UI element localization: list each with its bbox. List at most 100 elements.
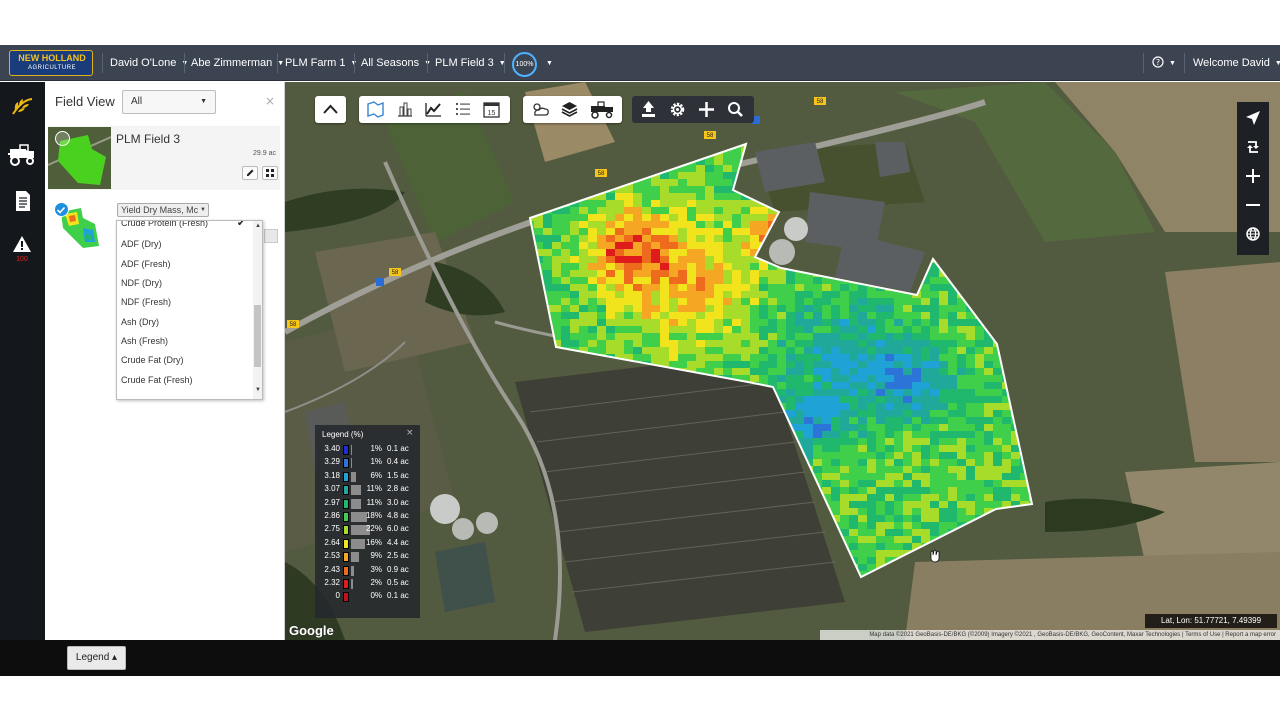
chevron-down-icon: ▼ xyxy=(546,60,553,67)
layers-icon xyxy=(561,102,578,117)
bar-chart-button[interactable] xyxy=(390,96,419,123)
field-filter-select[interactable]: All ▼ xyxy=(122,90,216,114)
list-button[interactable] xyxy=(448,96,477,123)
legend-title: Legend (%) xyxy=(322,430,364,439)
nav-grower[interactable]: Abe Zimmerman ▼ xyxy=(191,45,284,81)
legend-area: 0.5 ac xyxy=(387,578,409,587)
rotate-button[interactable] xyxy=(1240,134,1266,160)
map-view[interactable]: 58 58 58 58 58 15 Legend (%) × 3.40 1% 0… xyxy=(285,82,1280,640)
rail-reports[interactable] xyxy=(6,186,38,216)
pencil-icon xyxy=(247,169,254,176)
close-panel-button[interactable]: × xyxy=(265,94,275,108)
dropdown-item[interactable]: Crude Fat (Dry) xyxy=(121,355,184,365)
line-chart-button[interactable] xyxy=(419,96,448,123)
navigate-button[interactable] xyxy=(1240,105,1266,131)
nav-divider xyxy=(277,53,278,73)
dropdown-item[interactable]: ADF (Fresh) xyxy=(121,259,171,269)
map-controls xyxy=(1237,102,1269,255)
legend-area: 0.9 ac xyxy=(387,564,409,574)
legend-share-bar xyxy=(351,565,354,576)
dropdown-item[interactable]: ADF (Dry) xyxy=(121,239,162,249)
legend-swatch xyxy=(343,471,349,482)
dropdown-item[interactable]: Crude Fat (Fresh) xyxy=(121,375,193,385)
panel-title: Field View xyxy=(55,94,115,109)
check-icon xyxy=(56,206,66,214)
zoom-in-icon xyxy=(1246,169,1260,183)
scroll-down-icon[interactable]: ▼ xyxy=(254,387,262,393)
legend-share-bar xyxy=(351,471,356,482)
map-attribution[interactable]: Map data ©2021 GeoBasis-DE/BKG (©2009) I… xyxy=(820,630,1280,640)
yield-layer-select[interactable]: Yield Dry Mass, Mc ▼ xyxy=(117,203,209,217)
legend-area: 4.4 ac xyxy=(387,537,409,547)
legend-swatch xyxy=(343,445,349,455)
nav-divider xyxy=(1184,53,1185,73)
dropdown-item[interactable]: Ash (Dry) xyxy=(121,317,159,327)
close-legend-button[interactable]: × xyxy=(406,428,414,438)
zoom-menu[interactable]: ▼ xyxy=(541,45,553,81)
dropdown-scrollbar[interactable]: ▲ ▼ xyxy=(253,221,262,399)
globe-button[interactable] xyxy=(1240,221,1266,247)
grid-view-button[interactable] xyxy=(262,166,278,180)
bottom-bar: Legend ▴ xyxy=(0,640,1280,676)
zoom-out-button[interactable] xyxy=(1240,192,1266,218)
dropdown-item[interactable]: Crude Protein (Fresh) xyxy=(121,221,208,228)
satellite-map[interactable]: 58 58 58 58 58 xyxy=(285,82,1280,640)
weather-button[interactable] xyxy=(526,96,555,123)
legend-value: 3.29 xyxy=(324,457,340,467)
calendar-button[interactable]: 15 xyxy=(477,96,506,123)
legend-row: 2.86 18% 4.8 ac xyxy=(315,511,420,524)
nav-farm[interactable]: PLM Farm 1▼ xyxy=(285,45,357,81)
field-card[interactable]: PLM Field 3 29.9 ac xyxy=(48,126,280,190)
harvester-icon xyxy=(591,101,613,119)
chevron-down-icon: ▼ xyxy=(200,98,207,105)
layer-aux-button[interactable] xyxy=(264,229,278,243)
search-button[interactable] xyxy=(721,96,750,123)
legend-row: 2.97 11% 3.0 ac xyxy=(315,498,420,511)
legend-swatch xyxy=(343,458,349,469)
nav-divider xyxy=(184,53,185,73)
rail-crops[interactable] xyxy=(6,92,38,122)
machines-button[interactable] xyxy=(585,96,619,123)
user-menu[interactable]: Welcome David ▼ xyxy=(1193,45,1280,81)
nav-field[interactable]: PLM Field 3 ▼ xyxy=(435,45,506,81)
nav-client-label: David O'Lone xyxy=(110,57,177,69)
logo-brand: NEW HOLLAND xyxy=(18,53,86,63)
dropdown-item[interactable]: NDF (Fresh) xyxy=(121,297,171,307)
edit-field-button[interactable] xyxy=(242,166,258,180)
select-field-checkbox[interactable] xyxy=(55,131,70,146)
zoom-badge[interactable]: 100% xyxy=(512,52,537,77)
help-menu[interactable]: ? ▼ xyxy=(1152,45,1176,81)
legend-percent: 9% xyxy=(370,551,382,561)
rail-alerts[interactable]: 100 xyxy=(6,232,38,268)
legend-area: 6.0 ac xyxy=(387,524,409,534)
dropdown-item[interactable]: Ash (Fresh) xyxy=(121,336,168,346)
calendar-icon: 15 xyxy=(483,102,500,118)
legend-row: 3.40 1% 0.1 ac xyxy=(315,444,420,457)
scroll-up-icon[interactable]: ▲ xyxy=(254,223,262,229)
alerts-badge: 100 xyxy=(16,256,28,263)
collapse-button[interactable] xyxy=(316,96,345,123)
grid-icon xyxy=(266,169,274,177)
field-name: PLM Field 3 xyxy=(116,132,181,146)
upload-button[interactable] xyxy=(634,96,663,123)
legend-value: 2.53 xyxy=(324,551,340,561)
nav-season-label: All Seasons xyxy=(361,57,420,69)
layers-button[interactable] xyxy=(555,96,584,123)
rail-machines[interactable] xyxy=(6,140,38,170)
legend-percent: 18% xyxy=(365,511,382,520)
nav-season[interactable]: All Seasons▼ xyxy=(361,45,431,81)
legend-toggle-button[interactable]: Legend ▴ xyxy=(67,646,126,670)
scrollbar-thumb[interactable] xyxy=(254,305,261,367)
add-button[interactable] xyxy=(692,96,721,123)
top-nav: NEW HOLLAND AGRICULTURE David O'Lone▼ Ab… xyxy=(0,45,1280,81)
zoom-in-button[interactable] xyxy=(1240,163,1266,189)
new-holland-logo[interactable]: NEW HOLLAND AGRICULTURE xyxy=(9,50,93,76)
bar-chart-icon xyxy=(398,102,412,117)
legend-swatch xyxy=(343,565,349,576)
layer-selected-checkbox[interactable] xyxy=(54,202,69,217)
settings-button[interactable] xyxy=(663,96,692,123)
nav-client[interactable]: David O'Lone▼ xyxy=(110,45,188,81)
dropdown-item[interactable]: NDF (Dry) xyxy=(121,278,162,288)
field-boundary-button[interactable] xyxy=(361,96,390,123)
legend-row: 3.18 6% 1.5 ac xyxy=(315,471,420,484)
